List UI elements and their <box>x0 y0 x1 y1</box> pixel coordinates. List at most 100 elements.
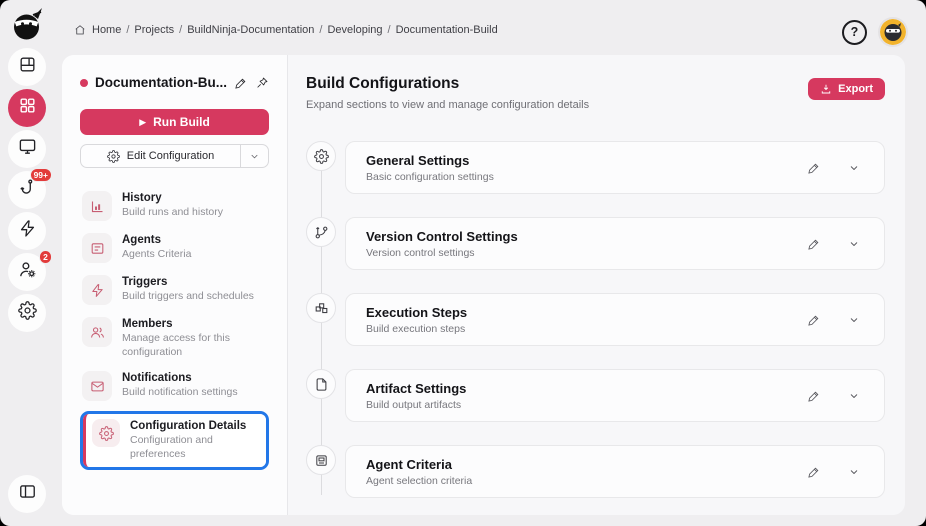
run-build-label: Run Build <box>153 115 210 129</box>
sidebar-nav: History Build runs and history Agents Ag… <box>80 189 269 470</box>
breadcrumb-project[interactable]: BuildNinja-Documentation <box>187 24 314 36</box>
breadcrumb: Home / Projects / BuildNinja-Documentati… <box>74 24 498 36</box>
user-gear-icon <box>18 260 37 284</box>
breadcrumb-separator: / <box>387 24 391 36</box>
section-title: Version Control Settings <box>366 228 518 244</box>
chevron-down-icon <box>848 162 860 174</box>
edit-section-button[interactable] <box>807 465 821 479</box>
rail-activity-button[interactable] <box>8 212 46 250</box>
configuration-sections-timeline: General Settings Basic configuration set… <box>306 141 885 498</box>
expand-section-button[interactable] <box>848 238 860 250</box>
main-panel: Documentation-Bu... ▶ Run Build Edit Con… <box>62 55 905 515</box>
sidebar-item-members[interactable]: Members Manage access for this configura… <box>80 315 269 361</box>
section-title: Agent Criteria <box>366 456 452 472</box>
edit-section-button[interactable] <box>807 313 821 327</box>
edit-pencil-icon <box>234 76 248 90</box>
breadcrumb-separator: / <box>319 24 323 36</box>
edit-pencil-icon <box>807 161 821 175</box>
expand-section-button[interactable] <box>848 466 860 478</box>
user-avatar[interactable] <box>878 17 908 47</box>
pin-icon <box>255 76 269 90</box>
section-subtitle: Version control settings <box>366 246 475 259</box>
edit-pencil-icon <box>807 389 821 403</box>
export-label: Export <box>838 83 873 95</box>
sidebar-item-configuration-details[interactable]: Configuration Details Configuration and … <box>80 411 269 470</box>
expand-section-button[interactable] <box>848 162 860 174</box>
hook-icon <box>18 178 37 202</box>
config-sidebar: Documentation-Bu... ▶ Run Build Edit Con… <box>62 55 288 515</box>
breadcrumb-projects[interactable]: Projects <box>134 24 174 36</box>
users-count-badge: 2 <box>39 250 52 264</box>
chevron-down-icon <box>848 314 860 326</box>
download-icon <box>820 83 832 95</box>
nav-item-title: Notifications <box>122 372 192 385</box>
play-icon: ▶ <box>139 116 147 127</box>
sidebar-item-agents[interactable]: Agents Agents Criteria <box>80 231 269 265</box>
nav-item-subtitle: Manage access for this configuration <box>122 332 230 358</box>
breadcrumb-current[interactable]: Documentation-Build <box>396 24 498 36</box>
collapse-sidebar-button[interactable] <box>8 475 46 513</box>
sidebar-item-triggers[interactable]: Triggers Build triggers and schedules <box>80 273 269 307</box>
expand-section-button[interactable] <box>848 390 860 402</box>
section-card-general-settings[interactable]: General Settings Basic configuration set… <box>345 141 885 194</box>
section-card-artifact-settings[interactable]: Artifact Settings Build output artifacts <box>345 369 885 422</box>
status-dot <box>80 78 88 87</box>
members-icon <box>82 317 112 347</box>
expand-section-button[interactable] <box>848 314 860 326</box>
sidebar-item-notifications[interactable]: Notifications Build notification setting… <box>80 369 269 403</box>
chevron-down-icon <box>848 238 860 250</box>
pin-button[interactable] <box>255 76 269 90</box>
rail-monitor-button[interactable] <box>8 130 46 168</box>
chevron-down-icon <box>848 390 860 402</box>
lightning-icon <box>18 219 37 243</box>
edit-configuration-label: Edit Configuration <box>126 150 215 162</box>
buildninja-logo[interactable] <box>11 6 45 44</box>
build-configurations-content: Build Configurations Expand sections to … <box>288 55 905 515</box>
help-button[interactable]: ? <box>842 19 867 45</box>
sidebar-item-history[interactable]: History Build runs and history <box>80 189 269 223</box>
breadcrumb-home[interactable]: Home <box>92 24 121 36</box>
rail-dashboard-button[interactable] <box>8 48 46 86</box>
section-title: Execution Steps <box>366 304 468 320</box>
home-icon <box>74 24 87 36</box>
rail-projects-button[interactable] <box>8 89 46 127</box>
git-branch-icon <box>306 217 336 247</box>
rail-settings-button[interactable] <box>8 294 46 332</box>
section-card-version-control[interactable]: Version Control Settings Version control… <box>345 217 885 270</box>
edit-pencil-icon <box>807 313 821 327</box>
top-bar: Home / Projects / BuildNinja-Documentati… <box>62 0 926 55</box>
rail-builds-button[interactable]: 99+ <box>8 168 52 209</box>
edit-section-button[interactable] <box>807 237 821 251</box>
section-card-execution-steps[interactable]: Execution Steps Build execution steps <box>345 293 885 346</box>
edit-pencil-icon <box>807 465 821 479</box>
chevron-down-icon <box>848 466 860 478</box>
breadcrumb-subproject[interactable]: Developing <box>327 24 382 36</box>
mail-icon <box>82 371 112 402</box>
nav-item-subtitle: Build triggers and schedules <box>122 290 254 302</box>
builds-count-badge: 99+ <box>29 168 52 182</box>
nav-item-title: Agents <box>122 234 161 246</box>
rail-user-admin-button[interactable]: 2 <box>8 250 52 291</box>
export-button[interactable]: Export <box>808 78 885 100</box>
section-subtitle: Basic configuration settings <box>366 170 494 183</box>
page-title: Build Configurations <box>306 75 460 92</box>
run-build-button[interactable]: ▶ Run Build <box>80 109 269 135</box>
monitor-icon <box>18 137 37 161</box>
grid-apps-icon <box>18 96 37 120</box>
app-window: 99+ 2 Home / Projects / BuildNinja-Docum… <box>0 0 926 526</box>
edit-configuration-dropdown-button[interactable] <box>240 145 268 167</box>
edit-name-button[interactable] <box>234 76 248 90</box>
nav-item-title: History <box>122 192 162 204</box>
nav-item-subtitle: Build notification settings <box>122 386 238 399</box>
edit-configuration-button[interactable]: Edit Configuration <box>81 145 240 167</box>
trigger-bolt-icon <box>82 275 112 305</box>
section-subtitle: Agent selection criteria <box>366 474 473 487</box>
breadcrumb-separator: / <box>179 24 183 36</box>
section-title: General Settings <box>366 152 470 168</box>
nav-item-title: Members <box>122 318 173 330</box>
chevron-down-icon <box>249 151 260 162</box>
edit-section-button[interactable] <box>807 389 821 403</box>
edit-section-button[interactable] <box>807 161 821 175</box>
section-card-agent-criteria[interactable]: Agent Criteria Agent selection criteria <box>345 445 885 498</box>
steps-icon <box>306 293 336 323</box>
